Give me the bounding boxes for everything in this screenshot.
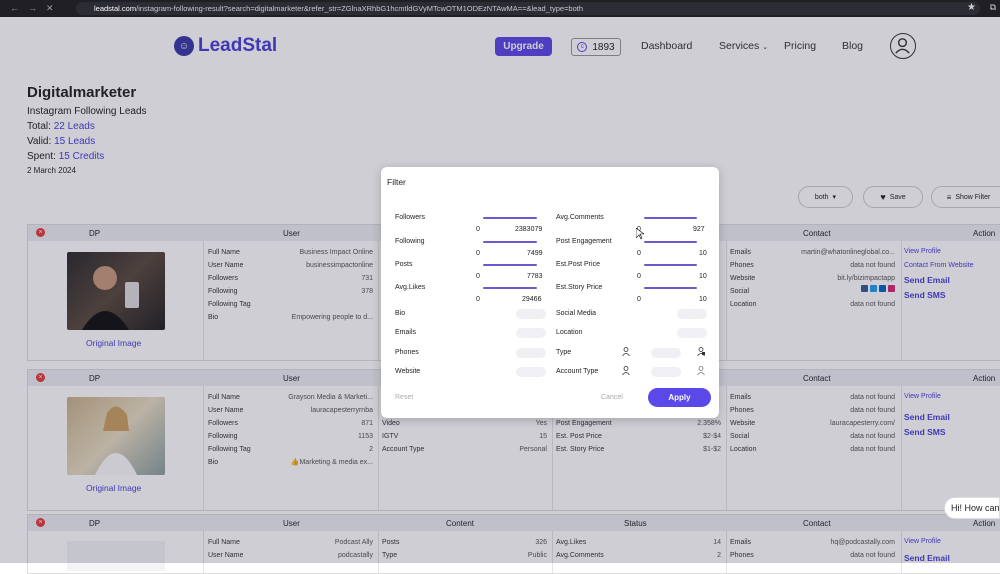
bio-toggle[interactable] (516, 309, 546, 319)
back-icon[interactable]: ← (10, 3, 19, 14)
range-max: 927 (693, 226, 705, 233)
forward-icon[interactable]: → (28, 3, 37, 14)
toggle-label: Account Type (556, 368, 599, 375)
website-toggle[interactable] (516, 367, 546, 377)
range-min: 0 (476, 296, 480, 303)
address-bar[interactable]: leadstal.com/instagram-following-result?… (76, 2, 980, 15)
extension-icon[interactable]: ⧉ (990, 2, 996, 13)
est-post-price-slider[interactable] (644, 264, 697, 266)
range-min: 0 (476, 273, 480, 280)
url-path: /instagram-following-result?search=digit… (136, 4, 584, 13)
range-max: 10 (699, 250, 707, 257)
cancel-button[interactable]: Cancel (601, 394, 623, 401)
range-max: 10 (699, 296, 707, 303)
range-label: Posts (395, 261, 413, 268)
post-engagement-slider[interactable] (644, 241, 697, 243)
type-toggle[interactable] (651, 348, 681, 358)
bookmark-star-icon[interactable]: ★ (967, 2, 976, 13)
est-story-price-slider[interactable] (644, 287, 697, 289)
range-label: Avg.Likes (395, 284, 426, 291)
toggle-label: Website (395, 368, 421, 375)
toggle-label: Emails (395, 329, 417, 336)
range-label: Avg.Comments (556, 214, 604, 221)
range-min: 0 (637, 273, 641, 280)
range-max: 29466 (522, 296, 542, 303)
range-max: 7499 (527, 250, 543, 257)
location-toggle[interactable] (677, 328, 707, 338)
range-min: 0 (637, 296, 641, 303)
toggle-label: Type (556, 349, 572, 356)
toggle-label: Social Media (556, 310, 597, 317)
browser-nav: ← → ✕ (0, 3, 76, 14)
url-host: leadstal.com (94, 4, 137, 13)
filter-title: Filter (387, 177, 406, 187)
apply-button[interactable]: Apply (648, 388, 711, 407)
range-label: Est.Story Price (556, 284, 603, 291)
public-person-icon (697, 366, 705, 375)
avg-likes-slider[interactable] (483, 287, 537, 289)
mouse-cursor-icon (636, 228, 644, 240)
person-icon (622, 347, 630, 356)
range-min: 0 (476, 226, 480, 233)
range-label: Post Engagement (556, 238, 612, 245)
range-max: 7783 (527, 273, 543, 280)
range-max: 10 (699, 273, 707, 280)
close-icon[interactable]: ✕ (46, 3, 54, 14)
range-min: 0 (476, 250, 480, 257)
chat-widget[interactable]: Hi! How can (944, 497, 1000, 519)
reset-button[interactable]: Reset (395, 394, 413, 401)
range-label: Est.Post Price (556, 261, 600, 268)
range-min: 0 (637, 250, 641, 257)
social-media-toggle[interactable] (677, 309, 707, 319)
business-person-icon (697, 347, 705, 356)
avg-comments-slider[interactable] (644, 217, 697, 219)
range-max: 2383079 (515, 226, 543, 233)
toggle-label: Phones (395, 349, 419, 356)
emails-toggle[interactable] (516, 328, 546, 338)
account-type-toggle[interactable] (651, 367, 681, 377)
toggle-label: Location (556, 329, 583, 336)
browser-toolbar: ← → ✕ leadstal.com/instagram-following-r… (0, 0, 1000, 17)
following-slider[interactable] (483, 241, 537, 243)
phones-toggle[interactable] (516, 348, 546, 358)
followers-slider[interactable] (483, 217, 537, 219)
range-label: Following (395, 238, 425, 245)
lock-person-icon (622, 366, 630, 375)
filter-modal: Filter Followers 0 2383079 Following 0 7… (381, 167, 719, 418)
range-label: Followers (395, 214, 425, 221)
toggle-label: Bio (395, 310, 406, 317)
posts-slider[interactable] (483, 264, 537, 266)
